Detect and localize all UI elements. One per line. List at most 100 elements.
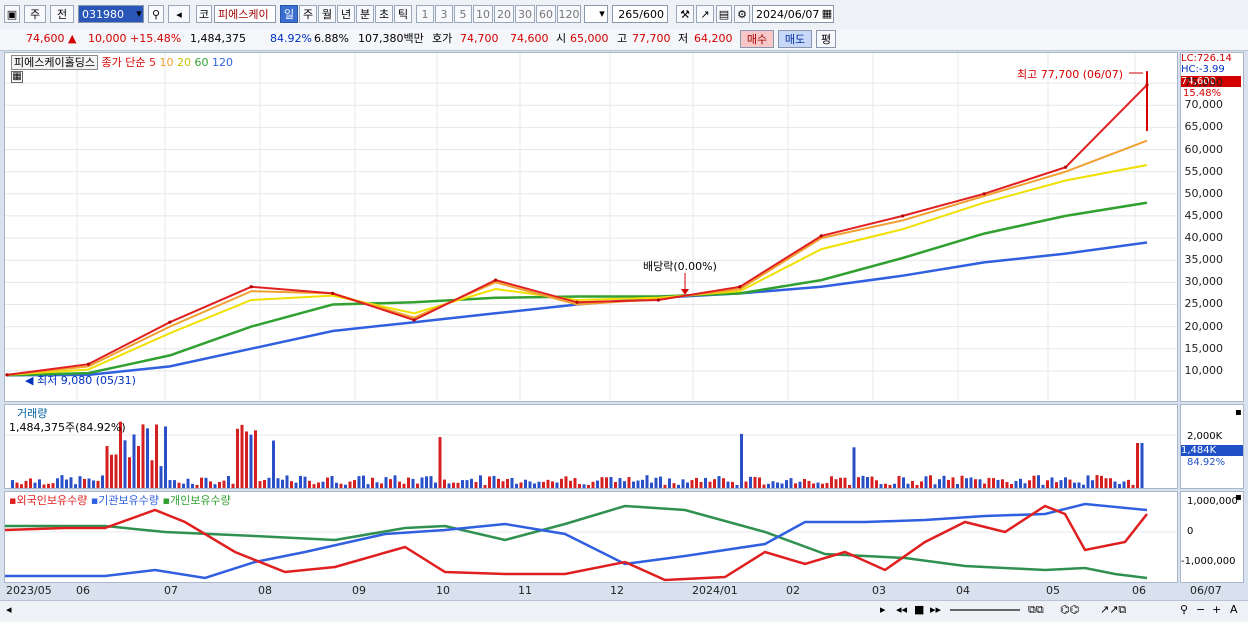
- interval-30[interactable]: 30: [515, 5, 535, 23]
- volume-bar: [452, 482, 455, 488]
- volume-bar: [213, 484, 217, 488]
- volume-bar: [393, 475, 397, 488]
- indicator-icon[interactable]: ⌬⌬: [1060, 603, 1079, 616]
- prev-button[interactable]: 전: [50, 5, 74, 23]
- volume-bar: [443, 479, 446, 488]
- low-price: 64,200: [694, 32, 733, 45]
- interval-10[interactable]: 10: [473, 5, 493, 23]
- layout-icon[interactable]: ⧉⧉: [1028, 603, 1044, 617]
- rewind-icon[interactable]: ◂◂: [896, 603, 907, 616]
- menu-icon[interactable]: ▣: [4, 5, 20, 23]
- save-icon[interactable]: ▤: [716, 5, 732, 23]
- grid-toggle-icon[interactable]: ▦: [11, 71, 23, 83]
- volume-bar: [218, 481, 221, 488]
- forward-icon[interactable]: ▸▸: [930, 603, 941, 616]
- close-icon[interactable]: ▪: [1235, 407, 1242, 418]
- holdings-tick-zero: 0: [1187, 526, 1194, 537]
- volume-bar: [438, 437, 442, 488]
- volume-bar: [38, 479, 41, 488]
- interval-60[interactable]: 60: [536, 5, 556, 23]
- volume-bar: [609, 477, 613, 488]
- period-minute[interactable]: 분: [356, 5, 374, 23]
- volume-bar: [137, 445, 140, 488]
- volume-bar: [978, 479, 982, 488]
- ma120-line: [6, 241, 1148, 377]
- buy-button[interactable]: 매수: [740, 30, 774, 48]
- chart-type-icon[interactable]: ↗↗⧉: [1100, 603, 1126, 617]
- interval-1[interactable]: 1: [416, 5, 434, 23]
- volume-bar: [74, 484, 77, 488]
- volume-bar: [1014, 480, 1018, 488]
- scroll-bar[interactable]: ◂ ▸ ◂◂ ■ ▸▸ ⧉⧉ ⌬⌬ ↗↗⧉ ⚲ − + A: [0, 600, 1248, 622]
- price-point: [249, 285, 253, 289]
- period-month[interactable]: 월: [318, 5, 336, 23]
- trade-amount: 107,380백만: [358, 32, 424, 45]
- sell-button[interactable]: 매도: [778, 30, 812, 48]
- ma10-line: [6, 139, 1148, 376]
- chevron-down-icon[interactable]: ▾: [132, 5, 146, 23]
- hoga-label: 호가: [432, 32, 453, 45]
- volume-bar: [987, 477, 991, 488]
- scroll-left-icon[interactable]: ◂: [6, 603, 12, 616]
- font-size-icon[interactable]: A: [1230, 603, 1238, 616]
- holdings-panel: ▪외국인보유수량 ▪기관보유수량 ▪개인보유수량: [4, 491, 1178, 583]
- volume-bar: [744, 481, 748, 488]
- volume-bar: [821, 483, 824, 488]
- gear-icon[interactable]: ⚙: [734, 5, 750, 23]
- volume-bar: [483, 484, 487, 488]
- draw-icon[interactable]: ↗: [696, 5, 714, 23]
- stop-icon[interactable]: ■: [914, 603, 924, 616]
- volume-bar: [1136, 443, 1139, 488]
- period-year[interactable]: 년: [337, 5, 355, 23]
- zoom-in-icon[interactable]: +: [1212, 603, 1221, 616]
- volume-bar: [263, 479, 266, 488]
- chart-tools-icon[interactable]: ⚒: [676, 5, 694, 23]
- volume-last-pct: 84.92%: [1187, 457, 1226, 468]
- price-tick-label: 25,000: [1184, 297, 1224, 311]
- volume-bar: [555, 482, 559, 488]
- play-icon[interactable]: ▸: [880, 603, 886, 616]
- volume-bar: [1050, 477, 1054, 488]
- volume-bar: [1023, 483, 1027, 488]
- x-axis-label: 06/07: [1190, 584, 1222, 597]
- x-axis-label: 07: [164, 584, 178, 597]
- count-input[interactable]: 265/600: [612, 5, 668, 23]
- search-icon[interactable]: ⚲: [148, 5, 164, 23]
- calendar-icon[interactable]: ▦: [820, 5, 834, 23]
- volume-bar: [582, 484, 586, 488]
- interval-5[interactable]: 5: [454, 5, 472, 23]
- hc-label: HC:-3.99: [1181, 64, 1225, 75]
- volume-bar: [326, 477, 329, 488]
- volume-bar: [56, 478, 59, 488]
- chevron-down-icon[interactable]: ▾: [596, 5, 608, 23]
- volume-bar: [942, 475, 946, 488]
- price-chart: [5, 53, 1177, 401]
- volume-bar: [371, 477, 374, 488]
- interval-20[interactable]: 20: [494, 5, 514, 23]
- volume-bar: [110, 454, 113, 488]
- price-tick-label: 65,000: [1184, 120, 1224, 134]
- eval-button[interactable]: 평: [816, 30, 836, 48]
- market-select[interactable]: 주: [24, 5, 46, 23]
- volume-bar: [1037, 475, 1040, 488]
- volume-bar: [1118, 483, 1121, 488]
- interval-120[interactable]: 120: [557, 5, 581, 23]
- zoom-slider[interactable]: [950, 609, 1020, 611]
- volume-bar: [33, 482, 37, 488]
- volume-bar: [380, 483, 383, 488]
- volume-bar: [974, 479, 977, 488]
- interval-3[interactable]: 3: [435, 5, 453, 23]
- volume-bar: [780, 483, 784, 488]
- period-second[interactable]: 초: [375, 5, 393, 23]
- volume-bar: [501, 481, 505, 488]
- close-icon[interactable]: ▪: [1235, 492, 1242, 503]
- period-tick[interactable]: 틱: [394, 5, 412, 23]
- period-week[interactable]: 주: [299, 5, 317, 23]
- zoom-icon[interactable]: ⚲: [1180, 603, 1188, 616]
- volume-bar: [924, 476, 928, 488]
- speaker-icon[interactable]: ◂: [168, 5, 190, 23]
- volume-bar: [150, 460, 154, 488]
- volume-bar: [123, 440, 127, 488]
- period-day[interactable]: 일: [280, 5, 298, 23]
- zoom-out-icon[interactable]: −: [1196, 603, 1205, 616]
